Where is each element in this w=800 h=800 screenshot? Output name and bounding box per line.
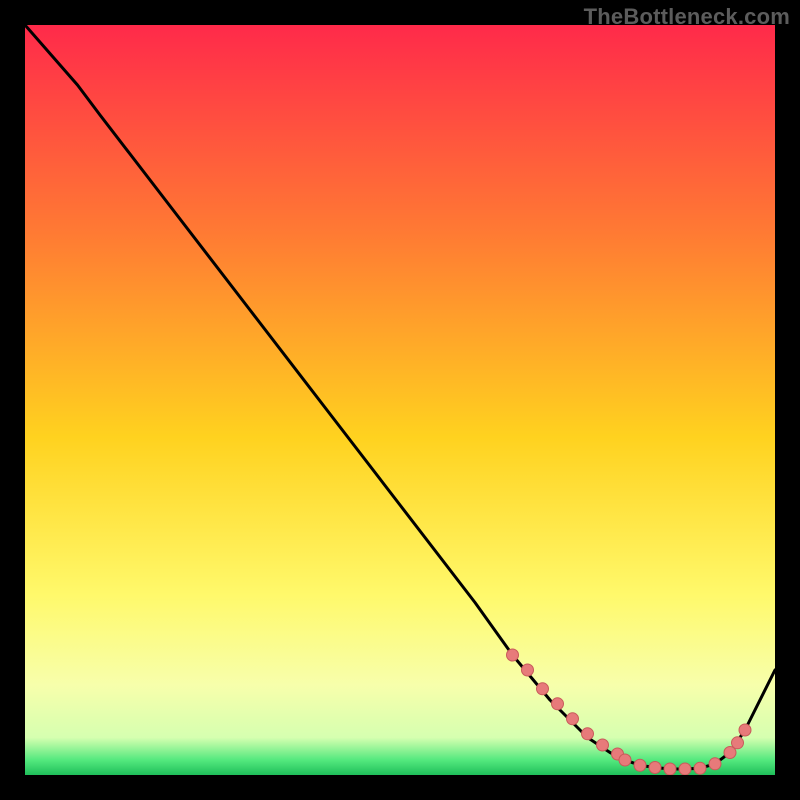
marker-dot: [537, 683, 549, 695]
marker-dot: [597, 739, 609, 751]
marker-dot: [709, 758, 721, 770]
marker-dot: [522, 664, 534, 676]
marker-dot: [619, 754, 631, 766]
heatmap-bg: [25, 25, 775, 775]
marker-dot: [634, 759, 646, 771]
marker-dot: [567, 713, 579, 725]
marker-dot: [507, 649, 519, 661]
marker-dot: [582, 728, 594, 740]
marker-dot: [552, 698, 564, 710]
marker-dot: [649, 762, 661, 774]
marker-dot: [679, 763, 691, 775]
marker-dot: [664, 763, 676, 775]
marker-dot: [694, 762, 706, 774]
marker-dot: [739, 724, 751, 736]
chart-container: TheBottleneck.com: [0, 0, 800, 800]
marker-dot: [732, 737, 744, 749]
bottleneck-chart: [25, 25, 775, 775]
